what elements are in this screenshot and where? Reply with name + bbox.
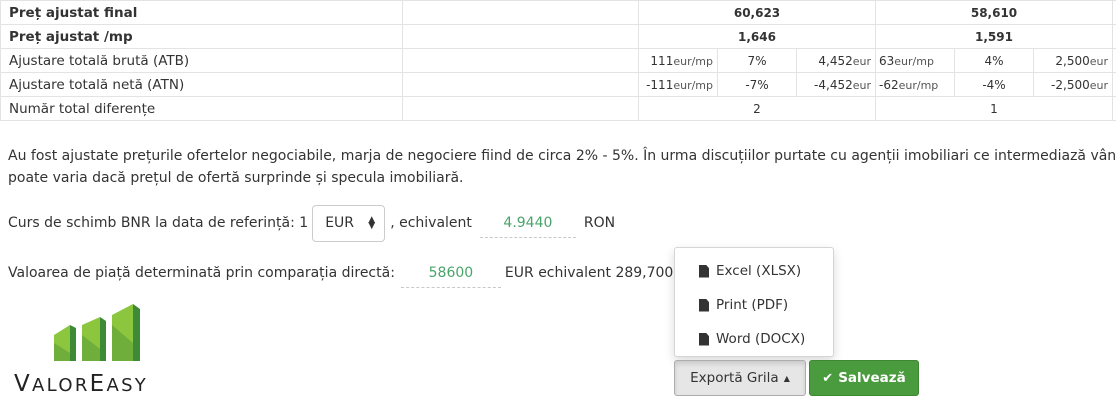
- value-cell: 7%: [717, 48, 797, 73]
- export-excel-item[interactable]: Excel (XLSX): [675, 254, 833, 288]
- row-label: Ajustare totală brută (ATB): [0, 48, 403, 73]
- row-label: Preț ajustat /mp: [0, 24, 403, 49]
- table-row: Preț ajustat /mp 1,646 1,591: [0, 24, 1116, 49]
- market-value-row: Valoarea de piață determinată prin compa…: [8, 259, 709, 288]
- value-cell: 111eur/mp: [638, 48, 718, 73]
- value-cell: 2,500eur: [1033, 48, 1113, 73]
- table-row: Ajustare totală netă (ATN) -111eur/mp -7…: [0, 72, 1116, 97]
- value-cell: -2,500eur: [1033, 72, 1113, 97]
- value-cell: -111eur/mp: [638, 72, 718, 97]
- export-word-item[interactable]: Word (DOCX): [675, 322, 833, 356]
- exchange-rate-label: Curs de schimb BNR la data de referință:…: [8, 215, 309, 231]
- exchange-rate-row: Curs de schimb BNR la data de referință:…: [8, 204, 616, 242]
- value-cell: -4,452eur: [796, 72, 876, 97]
- sort-caret-icon: ▲ ▼: [368, 215, 376, 231]
- value-cell: 1,646: [638, 24, 876, 49]
- ron-unit: RON: [583, 215, 616, 231]
- value-cell: 1,591: [875, 24, 1113, 49]
- value-cell: 4%: [954, 48, 1034, 73]
- value-cell: 2: [638, 96, 876, 121]
- value-cell: 60,623: [638, 0, 876, 25]
- file-icon: [699, 298, 709, 312]
- currency-value: EUR: [325, 215, 355, 231]
- note-line-2: poate varia dacă prețul de ofertă surpri…: [8, 170, 464, 186]
- table-row: Număr total diferențe 2 1: [0, 96, 1116, 121]
- table-row: Preț ajustat final 60,623 58,610: [0, 0, 1116, 25]
- comparison-table: Preț ajustat final 60,623 58,610 Preț aj…: [0, 0, 1116, 121]
- value-cell: -7%: [717, 72, 797, 97]
- row-label: Ajustare totală netă (ATN): [0, 72, 403, 97]
- currency-select[interactable]: EUR ▲ ▼: [312, 204, 386, 242]
- row-label: Număr total diferențe: [0, 96, 403, 121]
- note-line-1: Au fost ajustate prețurile ofertelor neg…: [8, 148, 1116, 164]
- save-button[interactable]: ✔ Salvează: [809, 360, 919, 396]
- check-icon: ✔: [822, 370, 834, 386]
- value-cell: 63eur/mp: [875, 48, 955, 73]
- row-label: Preț ajustat final: [0, 0, 403, 25]
- value-cell: -62eur/mp: [875, 72, 955, 97]
- export-grid-button[interactable]: Exportă Grila ▲: [674, 360, 806, 396]
- valoreasy-wordmark: VALOREASY: [14, 371, 149, 397]
- file-icon: [699, 264, 709, 278]
- value-cell: 4,452eur: [796, 48, 876, 73]
- exchange-rate-input[interactable]: 4.9440: [479, 209, 576, 238]
- market-value-label: Valoarea de piață determinată prin compa…: [8, 265, 395, 281]
- export-pdf-item[interactable]: Print (PDF): [675, 288, 833, 322]
- market-value-input[interactable]: 58600: [400, 259, 501, 288]
- value-cell: 58,610: [875, 0, 1113, 25]
- value-cell: 1: [875, 96, 1113, 121]
- negotiation-note: Au fost ajustate prețurile ofertelor neg…: [8, 145, 1116, 189]
- value-cell: -4%: [954, 72, 1034, 97]
- table-row: Ajustare totală brută (ATB) 111eur/mp 7%…: [0, 48, 1116, 73]
- export-dropdown-menu: Excel (XLSX) Print (PDF) Word (DOCX): [674, 247, 834, 357]
- equivalent-label: , echivalent: [390, 215, 472, 231]
- valoreasy-logo-icon: [54, 304, 140, 361]
- file-icon: [699, 332, 709, 346]
- caret-up-icon: ▲: [783, 373, 790, 383]
